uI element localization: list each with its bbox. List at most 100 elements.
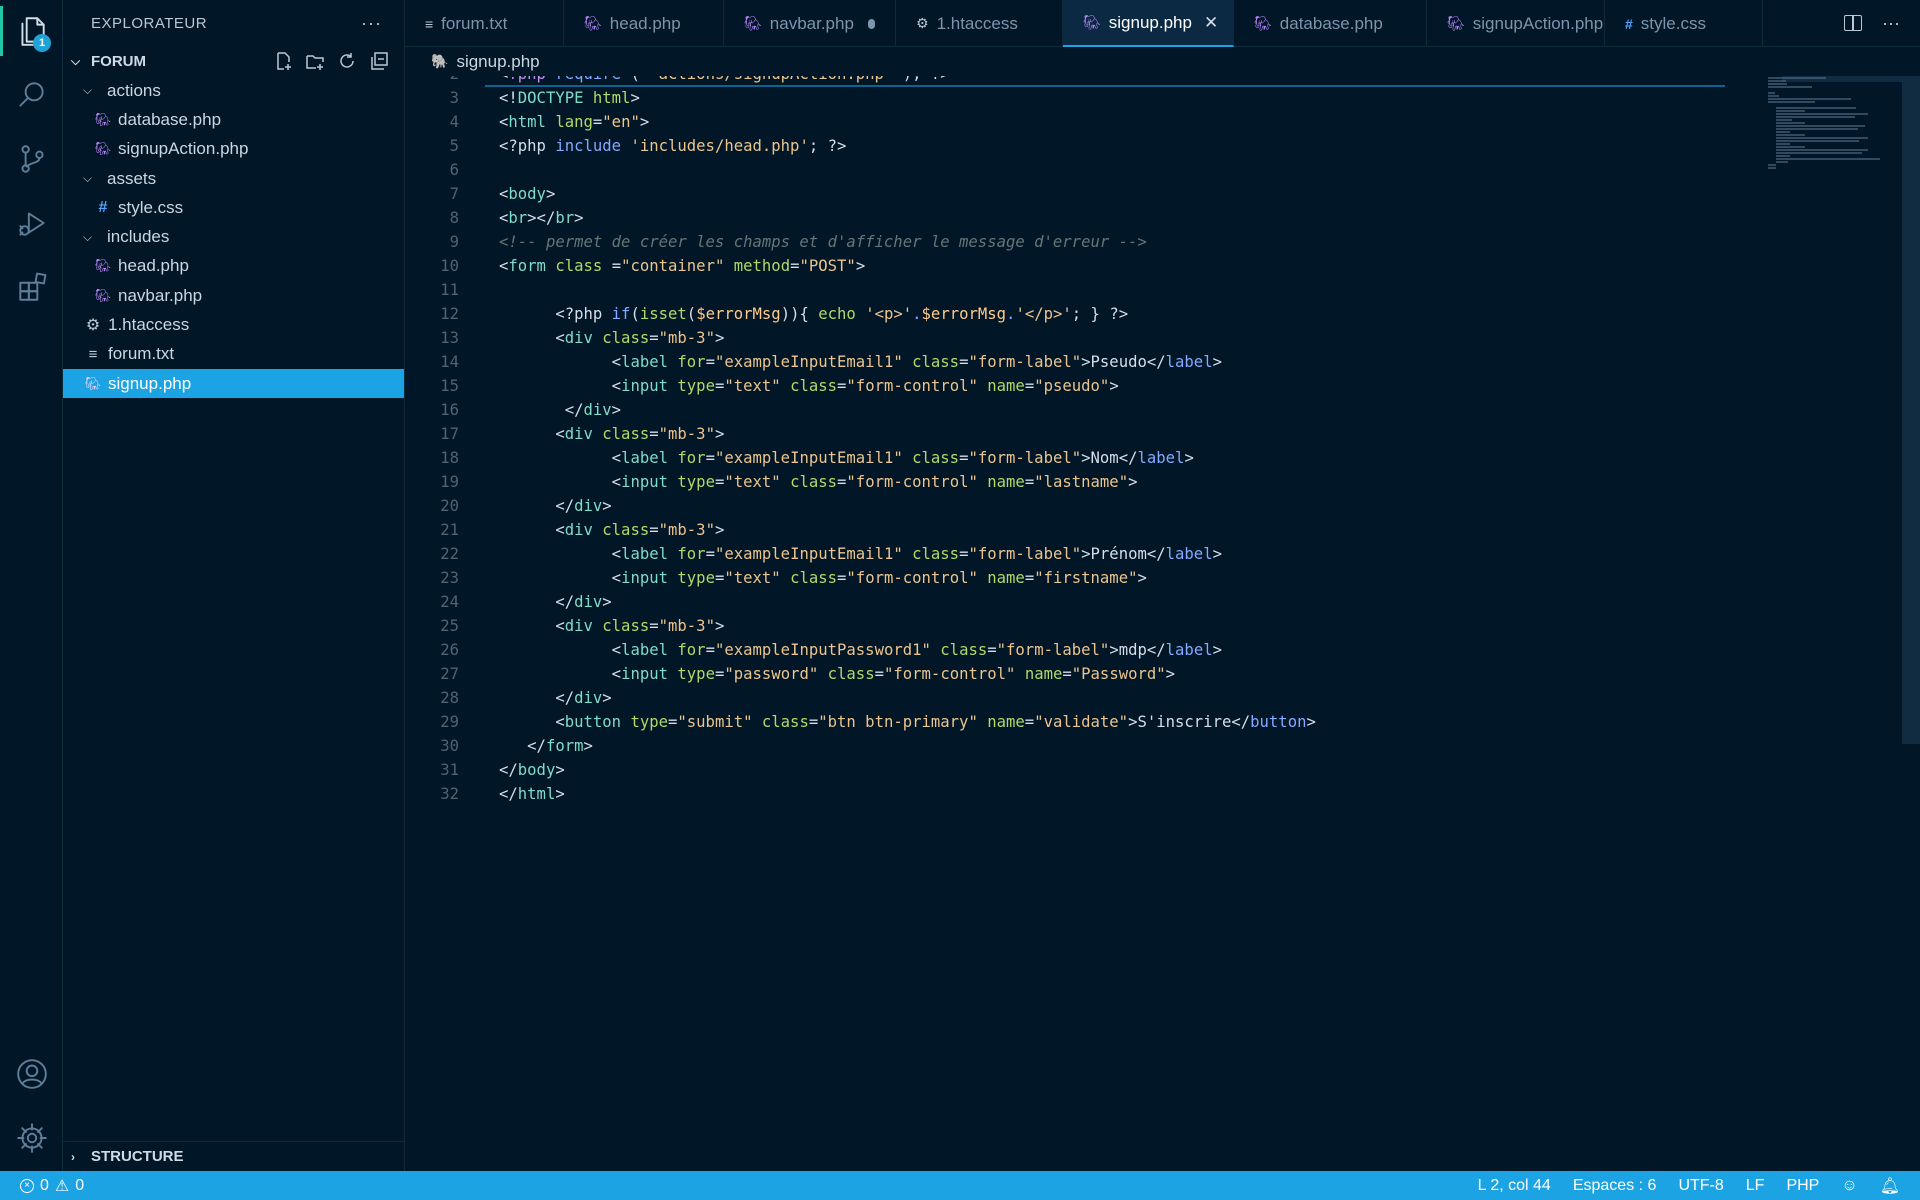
code-token: lang bbox=[555, 113, 593, 131]
minimap-line bbox=[1768, 167, 1777, 169]
tree-folder-assets[interactable]: ⌵ assets bbox=[63, 164, 404, 193]
notifications-bell-icon[interactable]: 🔔︎ bbox=[1880, 1176, 1900, 1196]
code-token: class bbox=[827, 665, 875, 683]
tree-file[interactable]: ⚙ 1.htaccess bbox=[63, 310, 404, 339]
code-token: = bbox=[649, 425, 659, 443]
code-token: = bbox=[705, 641, 715, 659]
code-token: = bbox=[837, 473, 847, 491]
tab-forum-txt[interactable]: ≡ forum.txt bbox=[405, 0, 564, 47]
vscode-window: 1 EXPLORATEUR ··· ⌵ FORUM ⌵ actions 🐘︎ d… bbox=[0, 0, 1920, 1200]
breadcrumb[interactable]: 🐘 signup.php bbox=[405, 47, 540, 76]
minimap-line bbox=[1776, 113, 1869, 115]
code-token: = bbox=[714, 665, 725, 683]
settings-gear-icon[interactable] bbox=[0, 1107, 63, 1169]
code-token: input bbox=[621, 569, 678, 587]
tree-file[interactable]: 🐘︎ signup.php bbox=[63, 368, 404, 399]
code-token: class bbox=[790, 377, 838, 395]
indentation[interactable]: Espaces : 6 bbox=[1573, 1177, 1657, 1195]
code-token: for bbox=[677, 641, 706, 659]
editor-tabs: ≡ forum.txt 🐘︎ head.php 🐘︎ navbar.php ⚙ 1.htacc… bbox=[405, 0, 1920, 47]
code-token: name bbox=[1024, 665, 1063, 683]
code-token: button bbox=[1250, 713, 1307, 731]
cursor-position[interactable]: L 2, col 44 bbox=[1478, 1177, 1551, 1195]
unsaved-dot-icon[interactable] bbox=[867, 18, 875, 29]
end-of-line[interactable]: LF bbox=[1746, 1177, 1765, 1195]
source-control-icon[interactable] bbox=[0, 128, 63, 190]
tree-file[interactable]: 🐘︎ database.php bbox=[63, 105, 404, 134]
tree-file[interactable]: 🐘︎ signupAction.php bbox=[63, 135, 404, 164]
tab-head-php[interactable]: 🐘︎ head.php bbox=[564, 0, 724, 47]
code-editor[interactable]: 2<?php require ( 'actions/signupAction.p… bbox=[405, 76, 1920, 1171]
code-token: </ bbox=[499, 689, 575, 707]
tab-navbar-php[interactable]: 🐘︎ navbar.php bbox=[724, 0, 896, 47]
breadcrumb-file: signup.php bbox=[456, 51, 540, 71]
code-token: div bbox=[574, 497, 603, 515]
tree-folder-includes[interactable]: ⌵ includes bbox=[63, 222, 404, 251]
code-token: = bbox=[808, 713, 819, 731]
minimap[interactable] bbox=[1768, 76, 1898, 169]
code-token: label bbox=[621, 641, 678, 659]
refresh-icon[interactable] bbox=[336, 50, 358, 72]
code-token: "text" bbox=[724, 569, 791, 587]
chevron-down-icon: ⌵ bbox=[83, 229, 93, 244]
code-token: class bbox=[790, 569, 838, 587]
search-icon[interactable] bbox=[0, 64, 63, 126]
php-file-icon: 🐘︎ bbox=[584, 15, 602, 31]
code-token: = bbox=[1062, 665, 1072, 683]
code-token: "form-control" bbox=[846, 569, 988, 587]
code-line: 3 <!DOCTYPE html> bbox=[405, 86, 1745, 110]
tab-signupAction-php[interactable]: 🐘︎ signupAction.php bbox=[1427, 0, 1605, 47]
php-file-icon: 🐘︎ bbox=[84, 375, 102, 391]
tab-style-css[interactable]: # style.css bbox=[1605, 0, 1763, 47]
vertical-scrollbar[interactable] bbox=[1902, 76, 1920, 744]
files-icon[interactable]: 1 bbox=[0, 0, 63, 62]
tree-file[interactable]: 🐘︎ head.php bbox=[63, 252, 404, 281]
code-token: ></ bbox=[527, 209, 556, 227]
code-token: > bbox=[714, 329, 725, 347]
code-token: echo bbox=[818, 305, 866, 323]
new-folder-icon[interactable] bbox=[304, 50, 326, 72]
feedback-icon[interactable]: ☺ bbox=[1841, 1177, 1857, 1195]
code-token: > bbox=[1306, 713, 1316, 731]
tab-list: ≡ forum.txt 🐘︎ head.php 🐘︎ navbar.php ⚙ 1.htacc… bbox=[405, 0, 1763, 47]
code-token: "form-label" bbox=[968, 449, 1082, 467]
code-token: class bbox=[912, 449, 960, 467]
folder-forum[interactable]: ⌵ FORUM bbox=[63, 46, 404, 76]
code-line: 12 <?php if(isset($errorMsg)){ echo '<p>… bbox=[405, 302, 1745, 326]
split-editor-icon[interactable] bbox=[1844, 15, 1863, 31]
code-token: > bbox=[574, 209, 584, 227]
encoding[interactable]: UTF-8 bbox=[1678, 1177, 1723, 1195]
collapse-all-icon[interactable] bbox=[368, 50, 390, 72]
account-icon[interactable] bbox=[0, 1043, 63, 1105]
problems-indicator[interactable]: × 0 ⚠ 0 bbox=[0, 1176, 84, 1196]
extensions-icon[interactable] bbox=[0, 256, 63, 318]
code-token: $errorMsg bbox=[921, 305, 1007, 323]
close-tab-icon[interactable]: ✕ bbox=[1204, 13, 1218, 33]
code-token: "POST" bbox=[799, 257, 856, 275]
more-actions-icon[interactable]: ··· bbox=[361, 13, 382, 34]
language-mode[interactable]: PHP bbox=[1786, 1177, 1819, 1195]
tree-file[interactable]: # style.css bbox=[63, 193, 404, 222]
code-token: . bbox=[912, 305, 922, 323]
code-token: html bbox=[517, 785, 556, 803]
line-number: 23 bbox=[440, 569, 459, 587]
structure-panel-header[interactable]: › STRUCTURE bbox=[63, 1141, 405, 1171]
code-token: </ bbox=[499, 761, 518, 779]
minimap-line bbox=[1776, 116, 1856, 118]
code-line: 6 bbox=[405, 158, 1745, 182]
minimap-line bbox=[1776, 158, 1881, 160]
code-token: name bbox=[987, 569, 1025, 587]
tab-signup-php[interactable]: 🐘︎ signup.php ✕ bbox=[1063, 0, 1234, 47]
tab-database-php[interactable]: 🐘︎ database.php bbox=[1234, 0, 1427, 47]
tab-1-htaccess[interactable]: ⚙ 1.htaccess bbox=[896, 0, 1063, 47]
code-token: < bbox=[499, 353, 622, 371]
tree-folder-actions[interactable]: ⌵ actions bbox=[63, 76, 404, 105]
code-token: "submit" bbox=[677, 713, 762, 731]
run-debug-icon[interactable] bbox=[0, 192, 63, 254]
code-token: = bbox=[705, 545, 715, 563]
tree-file[interactable]: ≡ forum.txt bbox=[63, 340, 404, 369]
tree-file[interactable]: 🐘︎ navbar.php bbox=[63, 281, 404, 310]
line-number: 18 bbox=[440, 449, 459, 467]
new-file-icon[interactable] bbox=[272, 50, 294, 72]
more-editor-actions-icon[interactable]: ··· bbox=[1882, 13, 1900, 34]
